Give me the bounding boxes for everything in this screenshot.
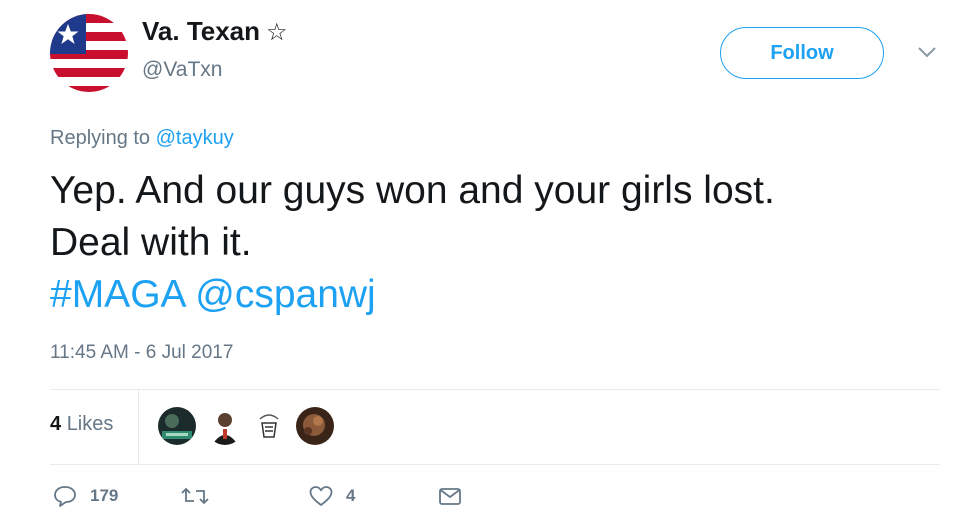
reply-target-link[interactable]: @taykuy xyxy=(156,127,234,149)
envelope-icon xyxy=(439,488,461,505)
like-count: 4 xyxy=(346,486,356,505)
likes-count-value: 4 xyxy=(50,413,62,435)
tweet-text: Yep. And our guys won and your girls los… xyxy=(50,165,930,321)
us-flag-avatar-icon xyxy=(50,14,128,92)
liker-avatar-image-icon xyxy=(206,407,244,445)
reply-button[interactable]: 179 xyxy=(52,484,118,508)
divider xyxy=(50,389,940,390)
reply-icon xyxy=(54,486,76,507)
author-name-text: Va. Texan xyxy=(142,16,261,46)
liker-avatar[interactable] xyxy=(158,407,196,445)
follow-button[interactable]: Follow xyxy=(720,27,884,79)
chevron-down-icon[interactable] xyxy=(916,44,938,60)
avatar[interactable] xyxy=(50,14,128,92)
author-display-name[interactable]: Va. Texan ☆ xyxy=(142,16,288,47)
retweet-icon xyxy=(181,487,209,505)
tweet-timestamp[interactable]: 11:45 AM - 6 Jul 2017 xyxy=(50,342,233,364)
likes-label: Likes xyxy=(66,413,114,435)
heart-icon xyxy=(309,486,333,506)
mention-link[interactable]: @cspanwj xyxy=(195,273,376,316)
reply-count: 179 xyxy=(90,486,119,505)
liker-avatar[interactable] xyxy=(250,407,288,445)
liker-avatar-image-icon xyxy=(250,407,288,445)
liker-avatar[interactable] xyxy=(206,407,244,445)
star-icon: ☆ xyxy=(266,19,288,46)
liker-avatar[interactable] xyxy=(296,407,334,445)
tweet-line-1: Yep. And our guys won and your girls los… xyxy=(50,169,775,212)
liker-avatar-image-icon xyxy=(296,407,334,445)
liker-avatar-image-icon xyxy=(158,407,196,445)
divider xyxy=(50,464,940,465)
author-handle[interactable]: @VaTxn xyxy=(142,58,222,82)
likes-stat[interactable]: 4 Likes xyxy=(50,413,113,436)
direct-message-button[interactable] xyxy=(437,484,463,508)
hashtag-link[interactable]: #MAGA xyxy=(50,273,184,316)
like-button[interactable]: 4 xyxy=(308,484,355,508)
reply-context: Replying to @taykuy xyxy=(50,127,234,150)
tweet-line-3: #MAGA @cspanwj xyxy=(50,269,930,321)
tweet-line-2: Deal with it. xyxy=(50,221,252,264)
stats-separator xyxy=(138,390,139,464)
retweet-button[interactable] xyxy=(180,484,222,508)
reply-context-prefix: Replying to xyxy=(50,127,156,149)
